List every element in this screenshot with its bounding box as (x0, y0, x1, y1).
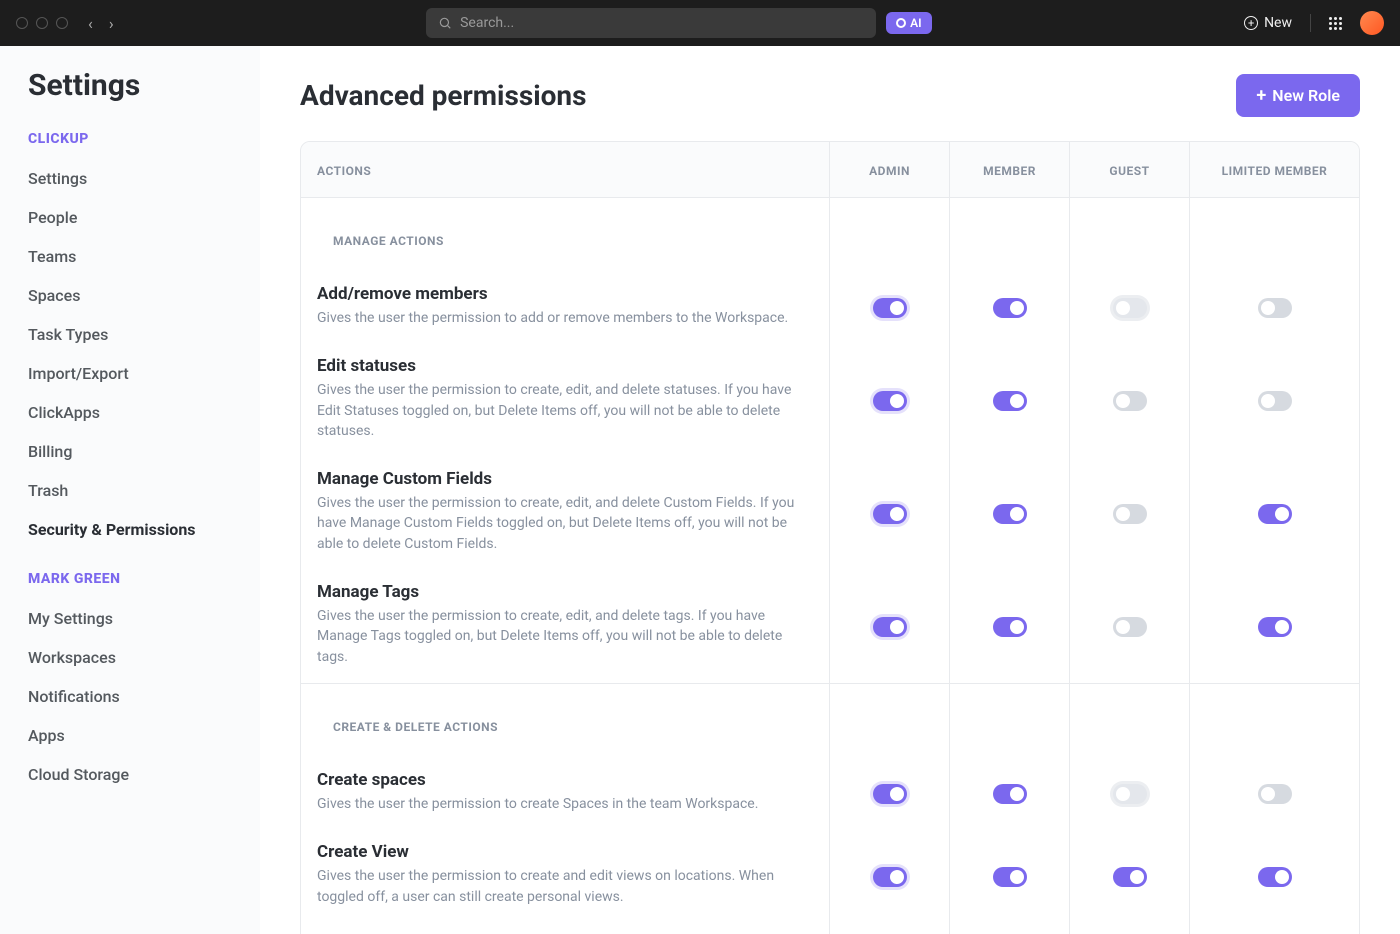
column-member: MEMBER (983, 164, 1036, 178)
sidebar-item[interactable]: Notifications (28, 677, 232, 716)
permission-toggle[interactable] (1258, 617, 1292, 637)
permission-toggle (1113, 784, 1147, 804)
new-role-button[interactable]: + New Role (1236, 74, 1360, 117)
permission-title: Create spaces (317, 770, 813, 790)
apps-menu-icon[interactable] (1329, 17, 1342, 30)
permission-row: Manage Tags Gives the user the permission… (301, 570, 1359, 683)
plus-icon: + (1256, 87, 1266, 105)
sidebar-item[interactable]: Billing (28, 432, 232, 471)
sidebar-item[interactable]: My Settings (28, 599, 232, 638)
sidebar-item[interactable]: Apps (28, 716, 232, 755)
new-button[interactable]: + New (1244, 15, 1292, 31)
sidebar-title: Settings (28, 68, 232, 103)
permission-toggle[interactable] (873, 391, 907, 411)
ai-button[interactable]: AI (886, 12, 931, 34)
column-limited-member: LIMITED MEMBER (1222, 164, 1328, 178)
permission-toggle[interactable] (1258, 391, 1292, 411)
history-nav: ‹ › (88, 14, 114, 33)
sidebar-item[interactable]: Settings (28, 159, 232, 198)
group-header: MANAGE ACTIONS (317, 216, 813, 254)
permission-description: Gives the user the permission to create … (317, 794, 813, 814)
permission-description: Gives the user the permission to create,… (317, 380, 813, 441)
search-icon (438, 16, 452, 30)
permission-toggle[interactable] (1258, 867, 1292, 887)
close-window-icon[interactable] (16, 17, 28, 29)
forward-button[interactable]: › (109, 14, 114, 33)
permission-toggle[interactable] (993, 298, 1027, 318)
permission-title: Manage Custom Fields (317, 469, 813, 489)
column-admin: ADMIN (869, 164, 910, 178)
sidebar-item[interactable]: Spaces (28, 276, 232, 315)
permission-toggle[interactable] (993, 617, 1027, 637)
permission-toggle[interactable] (1258, 784, 1292, 804)
permission-row: Create spaces Gives the user the permissi… (301, 758, 1359, 830)
search-placeholder: Search... (460, 15, 514, 31)
permission-toggle[interactable] (993, 784, 1027, 804)
sidebar-item[interactable]: Task Types (28, 315, 232, 354)
permissions-table: ACTIONS ADMIN MEMBER GUEST LIMITED MEMBE… (300, 141, 1360, 934)
permission-toggle[interactable] (1258, 298, 1292, 318)
sidebar-item[interactable]: Import/Export (28, 354, 232, 393)
permission-toggle[interactable] (873, 867, 907, 887)
table-header: ACTIONS ADMIN MEMBER GUEST LIMITED MEMBE… (301, 142, 1359, 198)
permission-row: Edit statuses Gives the user the permissi… (301, 344, 1359, 457)
minimize-window-icon[interactable] (36, 17, 48, 29)
permission-title: Create View (317, 842, 813, 862)
search-input[interactable]: Search... (426, 8, 876, 38)
column-guest: GUEST (1109, 164, 1149, 178)
plus-icon: + (1244, 16, 1258, 30)
permission-group: CREATE & DELETE ACTIONS Create spaces Give… (301, 684, 1359, 934)
permission-toggle[interactable] (1258, 504, 1292, 524)
permission-toggle[interactable] (1113, 391, 1147, 411)
group-header: CREATE & DELETE ACTIONS (317, 702, 813, 740)
sidebar: Settings CLICKUPSettingsPeopleTeamsSpace… (0, 46, 260, 934)
permission-description: Gives the user the permission to create … (317, 866, 813, 907)
sidebar-section-header: CLICKUP (28, 131, 232, 147)
permission-toggle[interactable] (873, 617, 907, 637)
permission-toggle[interactable] (1113, 504, 1147, 524)
permission-toggle[interactable] (873, 784, 907, 804)
avatar[interactable] (1360, 11, 1384, 35)
window-controls (16, 17, 68, 29)
maximize-window-icon[interactable] (56, 17, 68, 29)
permission-toggle[interactable] (873, 504, 907, 524)
permission-description: Gives the user the permission to create,… (317, 606, 813, 667)
permission-description: Gives the user the permission to create,… (317, 493, 813, 554)
permission-row: Add/remove members Gives the user the per… (301, 272, 1359, 344)
permission-toggle[interactable] (993, 867, 1027, 887)
back-button[interactable]: ‹ (88, 14, 93, 33)
permission-row: Delete itemsGives the user the permissio… (301, 923, 1359, 934)
sidebar-item[interactable]: People (28, 198, 232, 237)
permission-title: Edit statuses (317, 356, 813, 376)
sidebar-item[interactable]: Teams (28, 237, 232, 276)
permission-toggle[interactable] (993, 391, 1027, 411)
column-actions: ACTIONS (317, 164, 371, 178)
permission-toggle[interactable] (1113, 617, 1147, 637)
permission-row: Create View Gives the user the permission… (301, 830, 1359, 923)
sidebar-item[interactable]: Cloud Storage (28, 755, 232, 794)
main-content: Advanced permissions + New Role ACTIONS … (260, 46, 1400, 934)
sidebar-section-header: MARK GREEN (28, 571, 232, 587)
permission-title: Manage Tags (317, 582, 813, 602)
permission-toggle[interactable] (873, 298, 907, 318)
permission-description: Gives the user the permission to add or … (317, 308, 813, 328)
sidebar-item[interactable]: Security & Permissions (28, 510, 232, 549)
permission-toggle[interactable] (1113, 867, 1147, 887)
divider (1310, 14, 1311, 32)
permission-group: MANAGE ACTIONS Add/remove members Gives th… (301, 198, 1359, 684)
permission-toggle[interactable] (993, 504, 1027, 524)
ai-icon (896, 18, 906, 28)
sidebar-item[interactable]: ClickApps (28, 393, 232, 432)
page-title: Advanced permissions (300, 79, 587, 112)
titlebar: ‹ › Search... AI + New (0, 0, 1400, 46)
sidebar-item[interactable]: Workspaces (28, 638, 232, 677)
permission-title: Add/remove members (317, 284, 813, 304)
permission-toggle (1113, 298, 1147, 318)
sidebar-item[interactable]: Trash (28, 471, 232, 510)
permission-row: Manage Custom Fields Gives the user the p… (301, 457, 1359, 570)
